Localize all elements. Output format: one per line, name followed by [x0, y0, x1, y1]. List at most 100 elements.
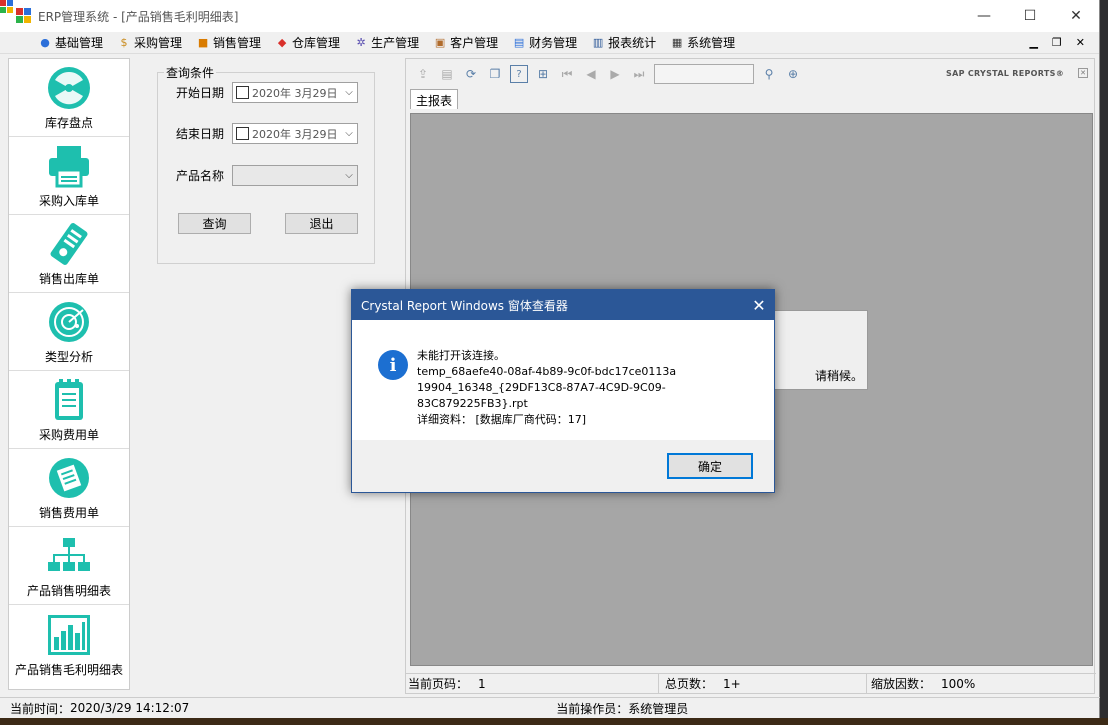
mdi-close-button[interactable]: ✕ — [1076, 36, 1085, 49]
app-logo-icon — [16, 8, 32, 24]
menu-sales[interactable]: ■ 销售管理 — [196, 34, 261, 51]
notepad-icon — [47, 378, 91, 422]
chevron-down-icon[interactable]: ⌵ — [341, 170, 357, 181]
radar-icon — [47, 300, 91, 344]
dialog-close-button[interactable]: ✕ — [744, 296, 774, 315]
group-tree-icon[interactable]: ⊞ — [534, 65, 552, 83]
sidebar: 库存盘点 采购入库单 销售出库单 类型分析 采购费用单 销售费用单 产品销售明细… — [8, 58, 130, 690]
operator-value: 系统管理员 — [628, 701, 689, 716]
exit-button[interactable]: 退出 — [285, 213, 358, 234]
export-icon[interactable]: ⇪ — [414, 65, 432, 83]
bar-chart-icon — [47, 613, 91, 657]
viewer-status-bar: 当前页码： 1 总页数： 1+ 缩放因数： 100% — [406, 673, 1096, 694]
goto-page-input[interactable] — [654, 64, 754, 84]
first-page-icon[interactable]: ⏮ — [558, 65, 576, 83]
sidebar-item-sales-out[interactable]: 销售出库单 — [9, 215, 129, 293]
title-bar: ERP管理系统 - [产品销售毛利明细表] — ☐ ✕ — [0, 0, 1099, 32]
background-strip — [1100, 0, 1108, 725]
refresh-icon[interactable]: ⟳ — [462, 65, 480, 83]
tab-main-report[interactable]: 主报表 — [410, 89, 459, 109]
mdi-restore-button[interactable]: ❐ — [1052, 36, 1062, 49]
background-strip-bottom — [0, 718, 1108, 725]
dialog-body: i 未能打开该连接。 temp_68aefe40-08af-4b89-9c0f-… — [352, 320, 774, 440]
report-icon: ▥ — [592, 36, 604, 49]
end-date-picker[interactable]: 2020年 3月29日 ⌵ — [232, 123, 358, 144]
ok-button[interactable]: 确定 — [667, 453, 753, 479]
operator-label: 当前操作员： — [556, 701, 629, 716]
help-icon[interactable]: ? — [510, 65, 528, 83]
zoom-icon[interactable]: ⊕ — [784, 65, 802, 83]
page-indicator: 当前页码： 1 — [406, 673, 659, 694]
zoom-factor: 缩放因数： 100% — [871, 676, 976, 692]
print-icon[interactable]: ▤ — [438, 65, 456, 83]
close-button[interactable]: ✕ — [1053, 0, 1099, 32]
last-page-icon[interactable]: ⏭ — [630, 65, 648, 83]
minimize-button[interactable]: — — [961, 0, 1007, 32]
menu-basic[interactable]: ● 基础管理 — [38, 34, 103, 51]
query-panel: 查询条件 开始日期 2020年 3月29日 ⌵ 结束日期 2020年 3月29日… — [157, 64, 375, 264]
dialog-title: Crystal Report Windows 窗体查看器 — [361, 298, 568, 313]
menu-bar: ● 基础管理 $ 采购管理 ■ 销售管理 ◆ 仓库管理 ✲ 生产管理 ▣ 客户管理 ▤ 财务管… — [0, 0, 1099, 54]
menu-system[interactable]: ▦ 系统管理 — [670, 34, 735, 51]
info-icon: i — [378, 350, 408, 380]
system-icon: ▦ — [671, 36, 683, 49]
person-icon: ● — [40, 36, 50, 49]
sap-brand: SAP CRYSTAL REPORTS® — [946, 69, 1064, 78]
mdi-app-icon[interactable] — [0, 0, 30, 50]
product-label: 产品名称 — [176, 169, 225, 183]
start-date-row: 开始日期 2020年 3月29日 ⌵ — [176, 82, 358, 103]
sales-icon: ■ — [197, 36, 209, 49]
start-date-picker[interactable]: 2020年 3月29日 ⌵ — [232, 82, 358, 103]
chevron-down-icon[interactable]: ⌵ — [341, 128, 357, 139]
sidebar-item-inventory[interactable]: 库存盘点 — [9, 59, 129, 137]
menu-report[interactable]: ▥ 报表统计 — [591, 34, 656, 51]
menu-warehouse[interactable]: ◆ 仓库管理 — [275, 34, 340, 51]
time-label: 当前时间： — [10, 701, 71, 716]
window-title: ERP管理系统 - [产品销售毛利明细表] — [38, 9, 239, 24]
money-bag-icon: $ — [120, 36, 128, 49]
gear-icon: ✲ — [356, 36, 366, 49]
warehouse-icon: ◆ — [277, 36, 287, 49]
status-bar: 当前时间： 2020/3/29 14:12:07 当前操作员： 系统管理员 — [0, 697, 1100, 718]
radiation-icon — [47, 66, 91, 110]
end-date-label: 结束日期 — [176, 127, 225, 141]
copy-icon[interactable]: ❐ — [486, 65, 504, 83]
dialog-title-bar: Crystal Report Windows 窗体查看器 ✕ — [352, 290, 774, 320]
dialog-message: 未能打开该连接。 temp_68aefe40-08af-4b89-9c0f-bd… — [417, 349, 677, 426]
menu-finance[interactable]: ▤ 财务管理 — [512, 34, 577, 51]
dialog-footer: 确定 — [352, 440, 774, 492]
customer-icon: ▣ — [434, 36, 446, 49]
find-icon[interactable]: ⚲ — [760, 65, 778, 83]
sidebar-item-purchase-in[interactable]: 采购入库单 — [9, 137, 129, 215]
menu-customer[interactable]: ▣ 客户管理 — [433, 34, 498, 51]
product-row: 产品名称 ⌵ — [176, 165, 358, 186]
menu-purchase[interactable]: $ 采购管理 — [117, 34, 183, 51]
end-date-row: 结束日期 2020年 3月29日 ⌵ — [176, 123, 358, 144]
close-icon[interactable]: ✕ — [1078, 68, 1088, 78]
sidebar-item-product-sales[interactable]: 产品销售明细表 — [9, 527, 129, 605]
sidebar-item-product-profit[interactable]: 产品销售毛利明细表 — [9, 605, 129, 683]
total-pages: 总页数： 1+ — [659, 673, 867, 694]
start-date-label: 开始日期 — [176, 86, 225, 100]
query-button[interactable]: 查询 — [178, 213, 251, 234]
mdi-minimize-button[interactable]: ▁ — [1029, 36, 1037, 49]
product-select[interactable]: ⌵ — [232, 165, 358, 186]
time-value: 2020/3/29 14:12:07 — [70, 701, 190, 715]
previous-page-icon[interactable]: ◀ — [582, 65, 600, 83]
maximize-button[interactable]: ☐ — [1007, 0, 1053, 32]
printer-icon — [47, 144, 91, 188]
sidebar-item-type-analysis[interactable]: 类型分析 — [9, 293, 129, 371]
menu-production[interactable]: ✲ 生产管理 — [354, 34, 419, 51]
chevron-down-icon[interactable]: ⌵ — [341, 87, 357, 98]
sidebar-item-sales-fee[interactable]: 销售费用单 — [9, 449, 129, 527]
next-page-icon[interactable]: ▶ — [606, 65, 624, 83]
finance-icon: ▤ — [513, 36, 525, 49]
query-legend: 查询条件 — [164, 64, 217, 81]
start-date-checkbox[interactable] — [236, 86, 249, 99]
error-dialog: Crystal Report Windows 窗体查看器 ✕ i 未能打开该连接… — [351, 289, 775, 493]
org-chart-icon — [47, 534, 91, 578]
sidebar-item-purchase-fee[interactable]: 采购费用单 — [9, 371, 129, 449]
end-date-checkbox[interactable] — [236, 127, 249, 140]
list-icon — [47, 456, 91, 500]
wait-text: 请稍候。 — [814, 369, 863, 383]
